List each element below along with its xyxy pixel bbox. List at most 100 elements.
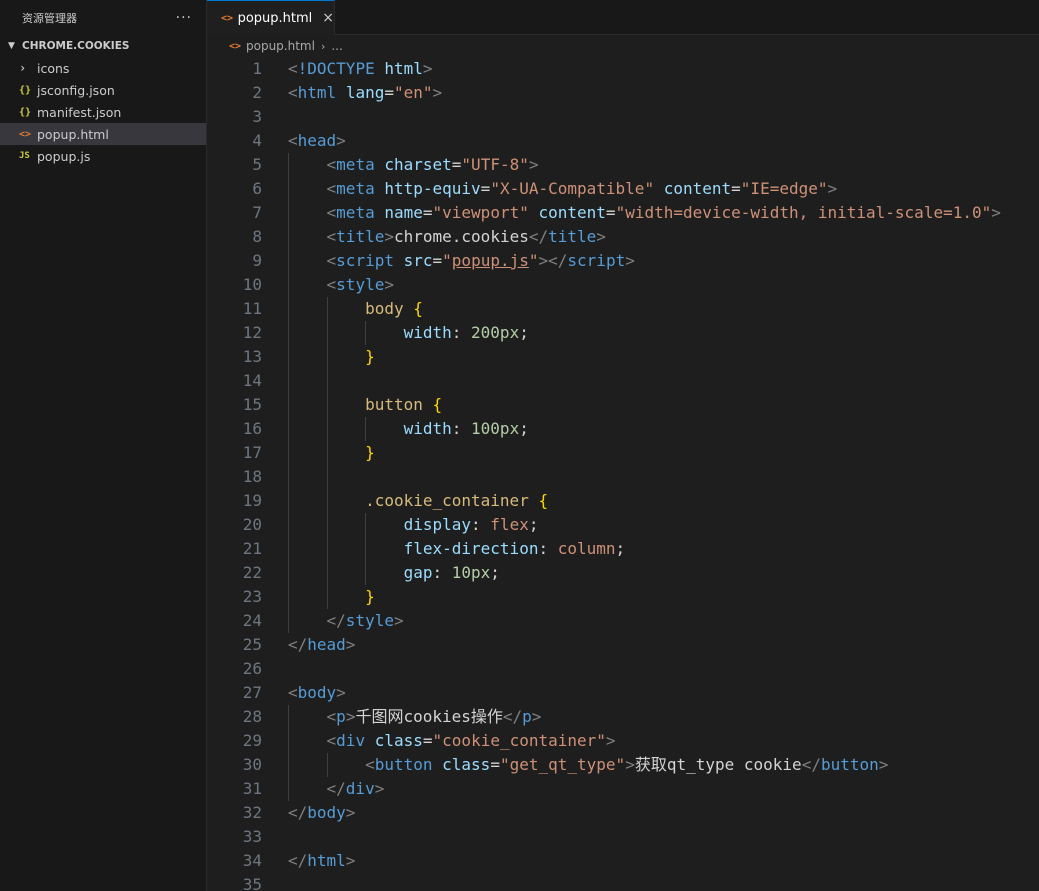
code-line[interactable]: 7 <meta name="viewport" content="width=d… (207, 201, 1039, 225)
code-line[interactable]: 20 display: flex; (207, 513, 1039, 537)
code-text: </body> (288, 801, 355, 825)
ellipsis-icon[interactable]: ··· (176, 10, 192, 26)
code-line[interactable]: 25 </head> (207, 633, 1039, 657)
code-token: > (531, 707, 542, 726)
code-text: </div> (288, 777, 385, 801)
code-token: </ (326, 779, 346, 798)
editor-tab-bar: <> popup.html × (207, 0, 1039, 35)
line-number: 25 (242, 635, 262, 654)
tree-item-jsconfig[interactable]: {} jsconfig.json (0, 79, 206, 101)
code-token: } (365, 443, 375, 462)
code-editor[interactable]: 1 <!DOCTYPE html> 2 <html lang="en"> 3 4 <head… (207, 57, 1039, 891)
code-line[interactable]: 11 body { (207, 297, 1039, 321)
code-token: popup.js (451, 251, 529, 270)
code-line[interactable]: 2 <html lang="en"> (207, 81, 1039, 105)
code-line[interactable]: 9 <script src="popup.js"></script> (207, 249, 1039, 273)
code-text: } (288, 345, 375, 369)
code-line[interactable]: 3 (207, 105, 1039, 129)
line-number: 4 (252, 131, 262, 150)
code-token: button (820, 755, 879, 774)
indent-guide (365, 513, 367, 585)
tree-item-popup-js[interactable]: JS popup.js (0, 145, 206, 167)
code-line[interactable]: 28 <p>千图网cookies操作</p> (207, 705, 1039, 729)
tab-popup-html[interactable]: <> popup.html × (207, 0, 335, 35)
code-line[interactable]: 14 (207, 369, 1039, 393)
code-text: <meta name="viewport" content="width=dev… (288, 201, 1001, 225)
code-line[interactable]: 8 <title>chrome.cookies</title> (207, 225, 1039, 249)
code-token: html (297, 83, 337, 102)
code-token: "IE=edge" (740, 179, 828, 198)
code-line[interactable]: 26 (207, 657, 1039, 681)
line-number: 18 (242, 467, 262, 486)
code-line[interactable]: 30 <button class="get_qt_type">获取qt_type… (207, 753, 1039, 777)
code-token: = (422, 203, 433, 222)
code-token: head (307, 635, 346, 654)
code-token: { (413, 299, 423, 318)
code-line[interactable]: 34 </html> (207, 849, 1039, 873)
code-token: content (538, 203, 606, 222)
vscode-window: 资源管理器 ··· ▼ CHROME.COOKIES › icons {} js… (0, 0, 1039, 891)
code-text: } (288, 441, 375, 465)
code-token: < (326, 251, 337, 270)
code-token: lang (345, 83, 385, 102)
tree-item-label: manifest.json (37, 104, 122, 120)
code-token: } (365, 347, 375, 366)
workspace-section-header[interactable]: ▼ CHROME.COOKIES (0, 35, 206, 57)
code-token: div (336, 731, 366, 750)
code-text: <script src="popup.js"></script> (288, 249, 635, 273)
tree-item-popup-html[interactable]: <> popup.html (0, 123, 206, 145)
tree-item-manifest[interactable]: {} manifest.json (0, 101, 206, 123)
code-line[interactable]: 24 </style> (207, 609, 1039, 633)
code-line[interactable]: 16 width: 100px; (207, 417, 1039, 441)
code-line[interactable]: 33 (207, 825, 1039, 849)
code-line[interactable]: 5 <meta charset="UTF-8"> (207, 153, 1039, 177)
code-line[interactable]: 18 (207, 465, 1039, 489)
close-icon[interactable]: × (322, 10, 334, 26)
tree-item-label: popup.js (37, 148, 91, 164)
tree-item-icons-folder[interactable]: › icons (0, 57, 206, 79)
code-line[interactable]: 4 <head> (207, 129, 1039, 153)
line-number: 33 (242, 827, 262, 846)
code-line[interactable]: 21 flex-direction: column; (207, 537, 1039, 561)
code-line[interactable]: 13 } (207, 345, 1039, 369)
code-line[interactable]: 22 gap: 10px; (207, 561, 1039, 585)
code-line[interactable]: 23 } (207, 585, 1039, 609)
code-line[interactable]: 32 </body> (207, 801, 1039, 825)
code-text: gap: 10px; (288, 561, 500, 585)
line-number: 30 (242, 755, 262, 774)
code-line[interactable]: 12 width: 200px; (207, 321, 1039, 345)
code-token: > (596, 227, 606, 246)
code-line[interactable]: 10 <style> (207, 273, 1039, 297)
code-token: title (336, 227, 385, 246)
code-token: > (345, 851, 356, 870)
code-token: style (345, 611, 394, 630)
code-line[interactable]: 6 <meta http-equiv="X-UA-Compatible" con… (207, 177, 1039, 201)
code-token: < (326, 227, 337, 246)
code-token: > (374, 779, 385, 798)
code-line[interactable]: 29 <div class="cookie_container"> (207, 729, 1039, 753)
code-text: <head> (288, 129, 346, 153)
line-number: 28 (242, 707, 262, 726)
code-token: " (528, 251, 539, 270)
breadcrumb-trail[interactable]: ... (331, 39, 342, 53)
code-token: > (393, 611, 404, 630)
code-line[interactable]: 1 <!DOCTYPE html> (207, 57, 1039, 81)
breadcrumb-file[interactable]: popup.html (246, 39, 315, 53)
code-line[interactable]: 17 } (207, 441, 1039, 465)
code-token: < (288, 83, 298, 102)
code-token: > (345, 803, 356, 822)
code-line[interactable]: 27 <body> (207, 681, 1039, 705)
code-token: gap (403, 563, 433, 582)
code-line[interactable]: 31 </div> (207, 777, 1039, 801)
line-number: 12 (242, 323, 262, 342)
code-line[interactable]: 19 .cookie_container { (207, 489, 1039, 513)
code-line[interactable]: 15 button { (207, 393, 1039, 417)
code-line[interactable]: 35 (207, 873, 1039, 891)
line-number: 2 (252, 83, 262, 102)
code-token: flex (490, 515, 529, 534)
line-number: 20 (242, 515, 262, 534)
